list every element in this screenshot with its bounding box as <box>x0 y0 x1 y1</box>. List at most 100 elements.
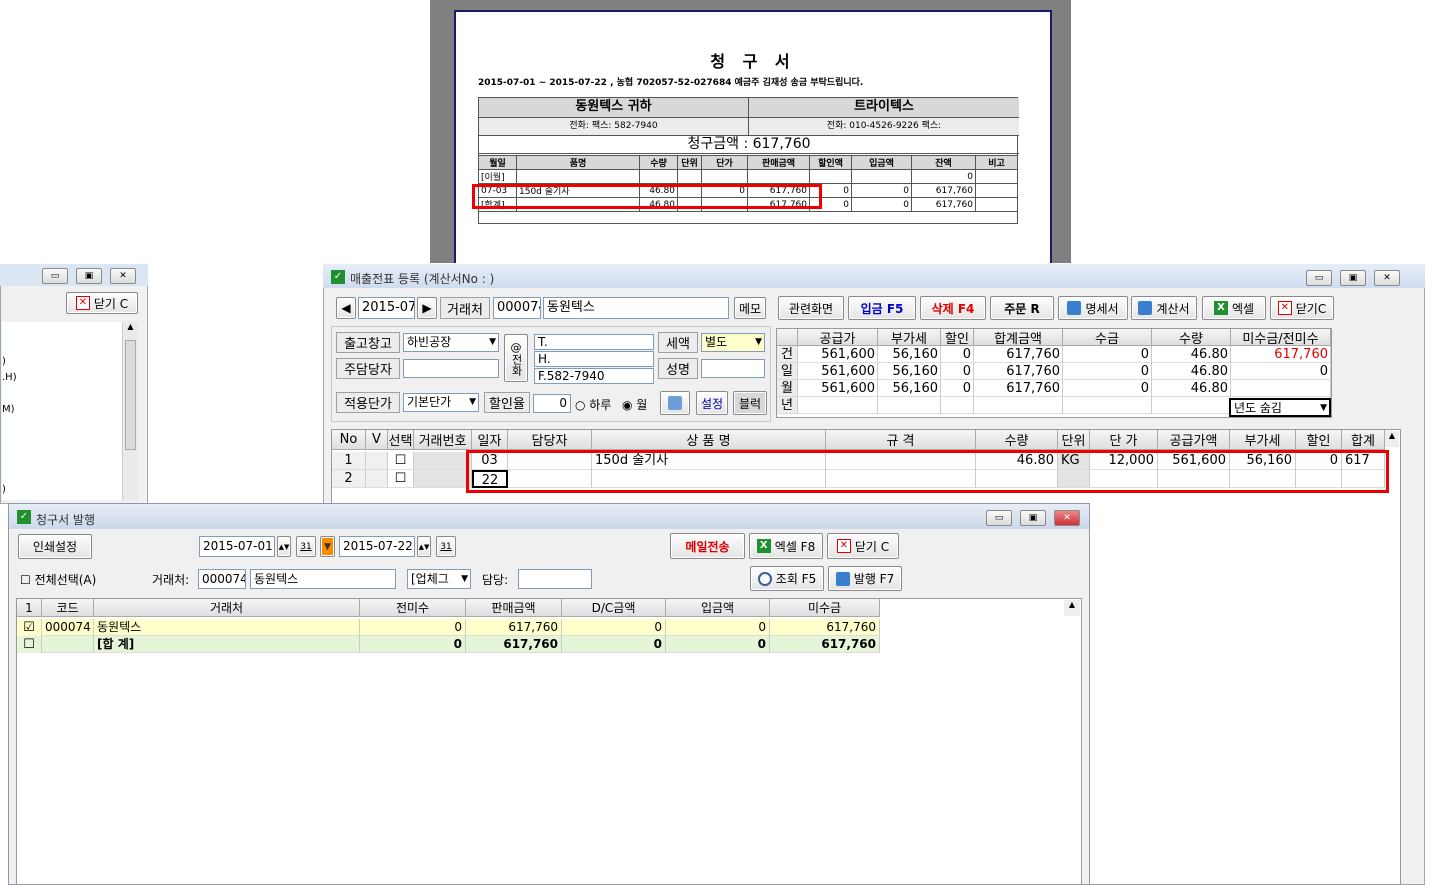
bill-excel-button[interactable]: X 엑셀 F8 <box>749 533 823 559</box>
year-round-select[interactable]: 년도 숨김 ▼ <box>1229 398 1331 417</box>
sales-window-title: 매출전표 등록 (계산서No : ) <box>350 272 495 286</box>
invoice-cell: [이월] <box>478 169 517 184</box>
invoice-cell: 0 <box>809 183 852 198</box>
summary-cell <box>1231 380 1331 397</box>
grid-scroll-up-icon[interactable]: ▲ <box>1385 431 1399 447</box>
date-to-spinner[interactable]: ▲▼ <box>417 536 431 557</box>
invoice-total: 청구금액 : 617,760 <box>479 136 1019 154</box>
deposit-button[interactable]: 입금 F5 <box>848 296 916 320</box>
summary-cell: 617,760 <box>974 380 1063 397</box>
summary-cell: 0 <box>1063 380 1152 397</box>
memo-button[interactable]: 메모 <box>734 297 766 319</box>
summary-cell <box>1063 397 1152 414</box>
summary-cell <box>798 397 878 414</box>
grid-cell: 56,160 <box>1230 452 1296 470</box>
prev-month-button[interactable]: ◀ <box>336 297 356 319</box>
phone-h-field[interactable]: H. <box>534 351 654 367</box>
radio-month[interactable]: ◉ 월 <box>622 396 647 413</box>
next-month-button[interactable]: ▶ <box>417 297 437 319</box>
left-close-button[interactable]: ✕ 닫기 C <box>66 292 138 314</box>
invoice-cell: 617,760 <box>911 183 976 198</box>
scroll-up-icon[interactable]: ▲ <box>123 322 138 338</box>
chevron-down-icon: ▼ <box>489 337 496 347</box>
bill-window-title: 청구서 발행 <box>36 513 96 527</box>
close-button[interactable]: ✕ 닫기C <box>1270 296 1334 320</box>
grid-cell[interactable]: 46.80 <box>976 452 1058 470</box>
refresh-button[interactable] <box>660 391 690 415</box>
minimize-button[interactable]: ▭ <box>1306 270 1332 286</box>
invoice-col: 수량 <box>639 155 678 170</box>
row-checkbox-checked[interactable]: ☑ <box>17 619 42 636</box>
scroll-thumb[interactable] <box>125 340 136 450</box>
close-window-button[interactable]: ✕ <box>1374 270 1400 286</box>
grid-cell <box>1342 470 1385 488</box>
date-to-field[interactable]: 2015-07-22 <box>339 536 415 557</box>
summary-cell: 0 <box>941 380 974 397</box>
delete-button[interactable]: 삭제 F4 <box>920 296 986 320</box>
bill-close-button[interactable]: ✕ 닫기 C <box>827 533 899 559</box>
maximize-button[interactable]: ▣ <box>1340 270 1366 286</box>
maximize-button[interactable]: ▣ <box>76 268 102 284</box>
maximize-button[interactable]: ▣ <box>1020 510 1046 526</box>
discount-field[interactable]: 0 <box>533 394 571 413</box>
set-button[interactable]: 설정 <box>696 391 728 415</box>
issue-button[interactable]: 발행 F7 <box>828 566 902 591</box>
minimize-button[interactable]: ▭ <box>986 510 1012 526</box>
statement-button[interactable]: 명세서 <box>1058 296 1128 320</box>
row-checkbox[interactable]: ☐ <box>388 470 414 488</box>
related-screen-button[interactable]: 관련화면 <box>778 296 844 320</box>
row-checkbox[interactable]: ☐ <box>17 636 42 653</box>
phone-t-field[interactable]: T. <box>534 334 654 350</box>
calendar-from-icon[interactable]: 31 <box>296 536 316 557</box>
trader-code-field[interactable]: 000074 <box>493 297 541 319</box>
radio-day[interactable]: ○ 하루 <box>575 396 611 413</box>
order-button[interactable]: 주문 R <box>990 296 1054 320</box>
trader-name-field[interactable]: 동원텍스 <box>543 297 729 319</box>
phone-button[interactable]: @ 전화 <box>504 334 528 382</box>
mail-send-button[interactable]: 메일전송 <box>670 533 745 559</box>
grid-cell <box>826 452 976 470</box>
month-field[interactable]: 2015-07 <box>358 297 415 319</box>
summary-cell: 46.80 <box>1152 346 1231 363</box>
bill-trader-code[interactable]: 000074 <box>198 569 246 589</box>
summary-header: 미수금/전미수 <box>1231 329 1331 347</box>
bill-scroll-up-icon[interactable]: ▲ <box>1064 600 1080 616</box>
grid-cell <box>1296 470 1342 488</box>
grid-cell[interactable] <box>976 470 1058 488</box>
bill-cell: 0 <box>562 619 666 636</box>
phone-f-field[interactable]: F.582-7940 <box>534 368 654 384</box>
grid-cell[interactable]: 22 <box>472 470 508 488</box>
type-select[interactable]: [업체그 ▼ <box>407 569 471 589</box>
grid-cell <box>508 452 592 470</box>
grid-cell[interactable]: 150d 술기사 <box>592 452 826 470</box>
name-field[interactable] <box>701 359 765 378</box>
left-scrollbar[interactable]: ▲ <box>122 322 138 500</box>
manager-field[interactable] <box>403 359 499 378</box>
warehouse-select[interactable]: 하빈공장 ▼ <box>403 333 499 352</box>
dropdown-toggle-icon[interactable]: ▼ <box>320 536 335 557</box>
bill-trader-name[interactable]: 동원텍스 <box>250 569 396 589</box>
tax-invoice-button[interactable]: 계산서 <box>1131 296 1197 320</box>
invoice-cell: 46.80 <box>639 197 678 212</box>
invoice-col: 비고 <box>975 155 1018 170</box>
date-from-field[interactable]: 2015-07-01 <box>199 536 275 557</box>
print-settings-button[interactable]: 인쇄설정 <box>18 534 92 559</box>
grid-header: 부가세 <box>1230 430 1296 450</box>
select-all-checkbox[interactable]: ☐ 전체선택(A) <box>20 571 96 588</box>
price-select[interactable]: 기본단가 ▼ <box>403 393 479 412</box>
excel-button[interactable]: X 엑셀 <box>1202 296 1266 320</box>
grid-cell[interactable] <box>592 470 826 488</box>
bill-manager-field[interactable] <box>518 569 592 589</box>
date-from-spinner[interactable]: ▲▼ <box>277 536 291 557</box>
close-window-button[interactable]: ✕ <box>1054 510 1080 526</box>
grid-cell[interactable]: 03 <box>472 452 508 470</box>
search-button[interactable]: 조회 F5 <box>750 566 824 591</box>
refresh-icon <box>668 396 682 410</box>
grid-header: 단위 <box>1058 430 1090 450</box>
tax-select[interactable]: 별도 ▼ <box>701 333 765 352</box>
calendar-to-icon[interactable]: 31 <box>436 536 456 557</box>
close-window-button[interactable]: ✕ <box>110 268 136 284</box>
row-checkbox[interactable]: ☐ <box>388 452 414 470</box>
block-button[interactable]: 블럭 <box>733 391 767 415</box>
minimize-button[interactable]: ▭ <box>42 268 68 284</box>
